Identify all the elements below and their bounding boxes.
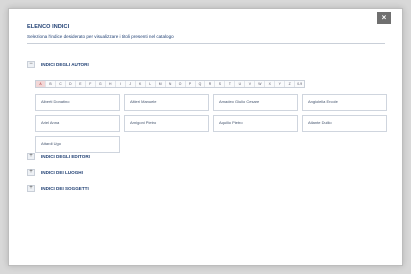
letter-o[interactable]: O bbox=[176, 81, 186, 87]
letter-d[interactable]: D bbox=[66, 81, 76, 87]
letter-k[interactable]: K bbox=[136, 81, 146, 87]
letter-l[interactable]: L bbox=[146, 81, 156, 87]
letter-v[interactable]: V bbox=[245, 81, 256, 87]
letter-p[interactable]: P bbox=[186, 81, 196, 87]
expand-icon[interactable]: + bbox=[27, 169, 35, 176]
dialog-subtitle: Seleziona l'indice desiderato per visual… bbox=[27, 34, 174, 39]
letter-r[interactable]: R bbox=[205, 81, 216, 87]
section-places[interactable]: + INDICI DEI LUOGHI bbox=[27, 168, 83, 177]
letter-digits[interactable]: 0-9 bbox=[295, 81, 304, 87]
author-item[interactable]: Altieri Manuele bbox=[124, 94, 209, 111]
alphabet-filter: A B C D E F G H I J K L M N O P Q R S T … bbox=[35, 80, 305, 88]
author-item[interactable]: Atlante Duilio bbox=[302, 115, 387, 132]
letter-w[interactable]: W bbox=[255, 81, 266, 87]
section-authors[interactable]: − INDICI DEGLI AUTORI bbox=[27, 60, 89, 69]
letter-f[interactable]: F bbox=[86, 81, 96, 87]
divider bbox=[27, 43, 385, 44]
letter-q[interactable]: Q bbox=[196, 81, 206, 87]
collapse-icon[interactable]: − bbox=[27, 61, 35, 68]
letter-h[interactable]: H bbox=[106, 81, 116, 87]
section-subjects[interactable]: + INDICI DEI SOGGETTI bbox=[27, 184, 89, 193]
letter-u[interactable]: U bbox=[235, 81, 246, 87]
author-item[interactable]: Amadeo Giulio Cesare bbox=[213, 94, 298, 111]
expand-icon[interactable]: + bbox=[27, 153, 35, 160]
letter-s[interactable]: S bbox=[215, 81, 226, 87]
letter-j[interactable]: J bbox=[126, 81, 136, 87]
author-item[interactable]: Alberti Donatino bbox=[35, 94, 120, 111]
expand-icon[interactable]: + bbox=[27, 185, 35, 192]
section-label[interactable]: INDICI DEI LUOGHI bbox=[41, 170, 83, 175]
close-icon[interactable]: × bbox=[377, 12, 391, 24]
letter-e[interactable]: E bbox=[76, 81, 86, 87]
letter-g[interactable]: G bbox=[96, 81, 106, 87]
letter-b[interactable]: B bbox=[46, 81, 56, 87]
dialog-title: ELENCO INDICI bbox=[27, 24, 70, 30]
letter-m[interactable]: M bbox=[156, 81, 166, 87]
section-publishers[interactable]: + INDICI DEGLI EDITORI bbox=[27, 152, 90, 161]
author-item[interactable]: Aquilio Pietro bbox=[213, 115, 298, 132]
letter-z[interactable]: Z bbox=[285, 81, 296, 87]
letter-i[interactable]: I bbox=[116, 81, 126, 87]
author-item[interactable]: Attardi Ugo bbox=[35, 136, 120, 153]
letter-x[interactable]: X bbox=[265, 81, 276, 87]
letter-t[interactable]: T bbox=[225, 81, 236, 87]
section-label[interactable]: INDICI DEI SOGGETTI bbox=[41, 186, 89, 191]
author-item[interactable]: Angiolella Ercole bbox=[302, 94, 387, 111]
author-item[interactable]: Arnigoni Pietro bbox=[124, 115, 209, 132]
index-dialog: ELENCO INDICI Seleziona l'indice desider… bbox=[8, 8, 403, 266]
author-item[interactable]: Ariel Anna bbox=[35, 115, 120, 132]
section-label[interactable]: INDICI DEGLI AUTORI bbox=[41, 62, 89, 67]
letter-a[interactable]: A bbox=[36, 81, 46, 87]
letter-c[interactable]: C bbox=[56, 81, 66, 87]
letter-y[interactable]: Y bbox=[275, 81, 286, 87]
section-label[interactable]: INDICI DEGLI EDITORI bbox=[41, 154, 90, 159]
letter-n[interactable]: N bbox=[166, 81, 176, 87]
